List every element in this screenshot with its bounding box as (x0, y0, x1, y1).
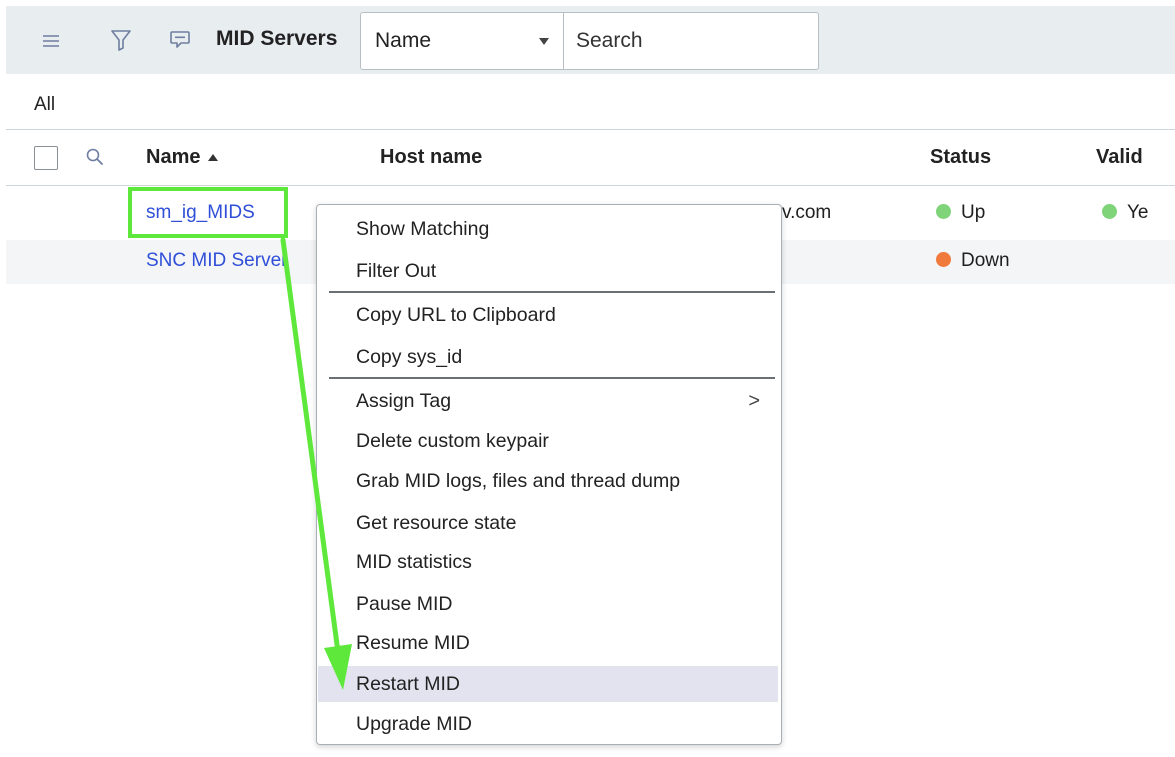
menu-item-restart-mid[interactable]: Restart MID (318, 666, 778, 702)
row-status-label: Down (961, 250, 1010, 271)
menu-item-assign-tag-label: Assign Tag (356, 390, 452, 412)
row-status: Up (936, 202, 985, 224)
annotation-highlight-box (128, 187, 288, 238)
column-header-name-label: Name (146, 146, 201, 168)
row-status: Down (936, 250, 1010, 272)
row-validated: Ye (1102, 202, 1149, 224)
search-field-select[interactable]: Name (360, 12, 564, 70)
column-header-host[interactable]: Host name (380, 146, 482, 169)
menu-item-get-resource-state[interactable]: Get resource state (318, 505, 778, 541)
menu-item-copy-sys-id[interactable]: Copy sys_id (318, 339, 778, 375)
chat-bubble-icon[interactable] (166, 26, 194, 54)
funnel-filter-icon[interactable] (108, 26, 134, 54)
list-title: MID Servers (216, 27, 338, 50)
row-validated-label: Ye (1127, 202, 1149, 223)
validated-dot-icon (1102, 204, 1117, 219)
menu-item-assign-tag[interactable]: Assign Tag > (318, 383, 778, 419)
column-header-validated[interactable]: Valid (1096, 146, 1143, 169)
menu-item-filter-out[interactable]: Filter Out (318, 253, 778, 289)
search-input[interactable] (563, 12, 819, 70)
breadcrumb-divider (6, 129, 1175, 130)
menu-item-mid-statistics[interactable]: MID statistics (318, 544, 778, 580)
menu-item-resume-mid[interactable]: Resume MID (318, 625, 778, 661)
menu-divider (329, 291, 775, 293)
row-host-name: v.com (782, 202, 832, 223)
menu-divider (329, 377, 775, 379)
chevron-down-icon (539, 37, 549, 45)
menu-item-copy-url[interactable]: Copy URL to Clipboard (318, 297, 778, 333)
menu-item-show-matching[interactable]: Show Matching (318, 211, 778, 247)
hamburger-menu-icon[interactable] (40, 30, 62, 52)
menu-item-delete-keypair[interactable]: Delete custom keypair (318, 423, 778, 459)
column-header-name[interactable]: Name (146, 146, 219, 169)
chevron-right-icon: > (748, 390, 760, 412)
search-field-select-value: Name (375, 29, 432, 52)
header-divider (6, 185, 1175, 186)
column-header-status[interactable]: Status (930, 146, 991, 169)
row-status-label: Up (961, 202, 986, 223)
list-header: MID Servers Name (6, 6, 1175, 74)
row-name-link[interactable]: SNC MID Server (146, 250, 287, 272)
menu-item-upgrade-mid[interactable]: Upgrade MID (318, 706, 778, 742)
context-menu: Show Matching Filter Out Copy URL to Cli… (316, 204, 782, 745)
breadcrumb[interactable]: All (34, 94, 55, 116)
sort-ascending-icon (208, 154, 219, 162)
status-down-dot-icon (936, 252, 951, 267)
menu-item-grab-mid-logs[interactable]: Grab MID logs, files and thread dump (318, 463, 778, 499)
column-search-icon[interactable] (84, 146, 106, 168)
select-all-checkbox[interactable] (34, 146, 58, 170)
status-up-dot-icon (936, 204, 951, 219)
menu-item-pause-mid[interactable]: Pause MID (318, 586, 778, 622)
